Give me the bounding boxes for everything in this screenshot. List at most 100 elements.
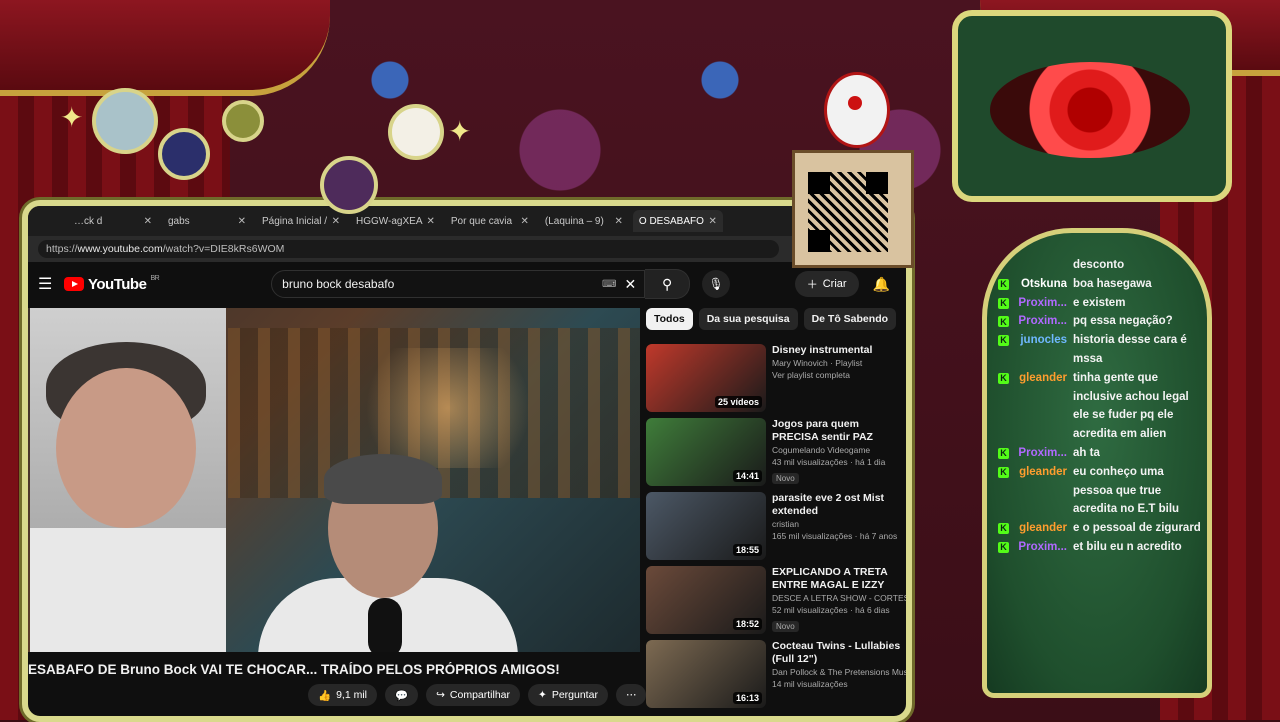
duration-badge: 14:41 [732,470,762,482]
chat-message: K Otskuna boa hasegawa [992,275,1202,294]
browser-tab[interactable]: (Laquina – 9) ✕ [539,210,629,232]
browser-tab[interactable]: Por que cavia ✕ [445,210,535,232]
comment-icon: 💬 [395,689,409,702]
recommendation-channel[interactable]: Dan Pollock & The Pretensions Music [772,666,906,678]
microphone-icon: 🎙 [708,277,724,291]
chat-username[interactable] [1015,256,1067,275]
tab-label: Por que cavia [450,215,513,227]
avatar-5 [320,156,378,214]
recommendation-info: parasite eve 2 ost Mist extended cristian… [772,492,906,566]
recommendation-item[interactable]: 16:13 Cocteau Twins - Lullabies (Full 12"… [646,640,906,714]
like-button[interactable]: 👍 9,1 mil [308,684,378,706]
tab-close-icon[interactable]: ✕ [427,216,435,227]
browser-tab[interactable]: …ck d ✕ [68,210,158,232]
url-scheme: https:// [46,243,78,255]
chat-message: Kdesconto [992,256,1202,275]
browser-tab[interactable]: Página Inicial / ✕ [256,210,346,232]
chat-message: Kjunocles historia desse cara é mssa [992,331,1202,369]
voice-search-button[interactable]: 🎙 [702,270,731,298]
recommendation-channel[interactable]: DESCE A LETRA SHOW - CORTES [772,592,906,604]
recommendation-thumbnail[interactable]: 14:41 [646,418,766,486]
youtube-play-icon [64,277,84,291]
recommendation-title[interactable]: Disney instrumental [772,344,906,357]
comment-button[interactable]: 💬 [385,684,419,706]
search-button[interactable]: ⚲ [645,269,691,299]
clear-search-icon[interactable]: ✕ [624,276,636,293]
chat-username[interactable]: Proxim... [1015,444,1067,463]
chat-username[interactable]: junocles [1015,331,1067,369]
chat-username[interactable]: Proxim... [1015,294,1067,313]
browser-tab[interactable]: HGGW-agXEA ✕ [350,210,441,232]
filter-chips: Todos Da sua pesquisa De Tô Sabendo [646,308,897,330]
browser-tab[interactable]: O DESABAFO ✕ [632,210,723,232]
search-input[interactable]: bruno bock desabafo ⌨ ✕ [271,270,646,298]
keyboard-icon[interactable]: ⌨ [602,279,616,290]
hamburger-menu-icon[interactable]: ☰ [38,274,64,294]
notifications-bell-icon[interactable]: 🔔 [873,276,890,293]
tab-close-icon[interactable]: ✕ [615,216,623,227]
recommendation-item[interactable]: 14:41 Jogos para quem PRECISA sentir PAZ C… [646,418,906,492]
filter-chip[interactable]: Da sua pesquisa [698,308,798,330]
recommendation-thumbnail[interactable]: 18:55 [646,492,766,560]
recommendation-title[interactable]: Cocteau Twins - Lullabies (Full 12") [772,640,906,666]
tab-close-icon[interactable]: ✕ [709,216,717,227]
recommendation-item[interactable]: 25 vídeos Disney instrumental Mary Winovic… [646,344,906,418]
inset-face [56,368,196,528]
recommendation-thumbnail[interactable]: 16:13 [646,640,766,708]
chat-messages: Kdesconto K Otskuna boa hasegawa K Proxim... e… [992,256,1202,557]
youtube-logo[interactable]: YouTube BR [64,275,160,293]
new-badge: Novo [772,473,799,484]
recommendation-item[interactable]: 18:55 parasite eve 2 ost Mist extended cri… [646,492,906,566]
browser-tab[interactable]: gabs ✕ [162,210,252,232]
chat-username[interactable]: gleander [1015,519,1067,538]
create-button[interactable]: ＋ Criar [794,271,859,297]
ask-button[interactable]: ✦ Perguntar [528,684,608,706]
recommendation-channel[interactable]: Mary Winovich · Playlist [772,357,906,369]
chat-username[interactable]: Proxim... [1015,538,1067,557]
kick-badge-icon: K [998,447,1009,459]
chat-message: Kgleander tinha gente que inclusive achou… [992,369,1202,444]
recommendation-title[interactable]: Jogos para quem PRECISA sentir PAZ [772,418,906,444]
video-player[interactable] [28,308,640,652]
chat-text: boa hasegawa [1073,277,1152,290]
filter-chip[interactable]: De Tô Sabendo [803,308,897,330]
recommendation-thumbnail[interactable]: 18:52 [646,566,766,634]
recommendation-thumbnail[interactable]: 25 vídeos [646,344,766,412]
tab-bar: …ck d ✕ gabs ✕ Página Inicial / ✕ HGGW-agXEA ✕ P… [28,206,906,236]
share-label: Compartilhar [449,689,511,701]
recommendation-info: EXPLICANDO A TRETA ENTRE MAGAL E IZZY NO… [772,566,906,640]
duration-badge: 18:52 [732,618,762,630]
kick-badge-icon: K [998,523,1009,535]
recommendation-item[interactable]: 18:52 EXPLICANDO A TRETA ENTRE MAGAL E IZ… [646,566,906,640]
duration-badge: 16:13 [732,692,762,704]
recommendation-title[interactable]: EXPLICANDO A TRETA ENTRE MAGAL E IZZY NO… [772,566,906,592]
tab-close-icon[interactable]: ✕ [238,216,246,227]
recommendation-channel[interactable]: Cogumelando Videogame [772,444,906,456]
chat-username[interactable]: Otskuna [1015,275,1067,294]
more-actions-button[interactable]: ⋯ [615,684,647,706]
share-button[interactable]: ↪ Compartilhar [426,684,521,706]
recommendation-meta: 165 mil visualizações · há 7 anos [772,531,898,541]
recommendation-info: Disney instrumental Mary Winovich · Playl… [772,344,906,418]
chat-username[interactable]: gleander [1015,463,1067,519]
tab-label: HGGW-agXEA [356,215,423,227]
curtain-valance-left [0,0,330,96]
recommendation-channel[interactable]: cristian [772,518,906,530]
chat-username[interactable]: gleander [1015,369,1067,444]
filter-chip[interactable]: Todos [646,308,693,330]
tab-close-icon[interactable]: ✕ [332,216,340,227]
youtube-logo-text: YouTube [88,275,147,293]
recommendation-title[interactable]: parasite eve 2 ost Mist extended [772,492,906,518]
url-field[interactable]: https://www.youtube.com/watch?v=DIE8kRs6… [38,240,779,258]
chat-username[interactable]: Proxim... [1015,312,1067,331]
chat-text: desconto [1073,259,1125,271]
chat-text: tinha gente que inclusive achou legal el… [1073,371,1189,441]
tab-close-icon[interactable]: ✕ [521,216,529,227]
url-host: www.youtube.com [77,243,163,255]
chat-text: et bilu eu n acredito [1073,540,1182,553]
video-inset-person [30,308,226,652]
tab-close-icon[interactable]: ✕ [144,216,152,227]
youtube-header: ☰ YouTube BR bruno bock desabafo ⌨ ✕ ⚲ 🎙… [28,262,906,306]
new-badge: Novo [772,621,799,632]
plus-icon: ＋ [806,279,818,291]
